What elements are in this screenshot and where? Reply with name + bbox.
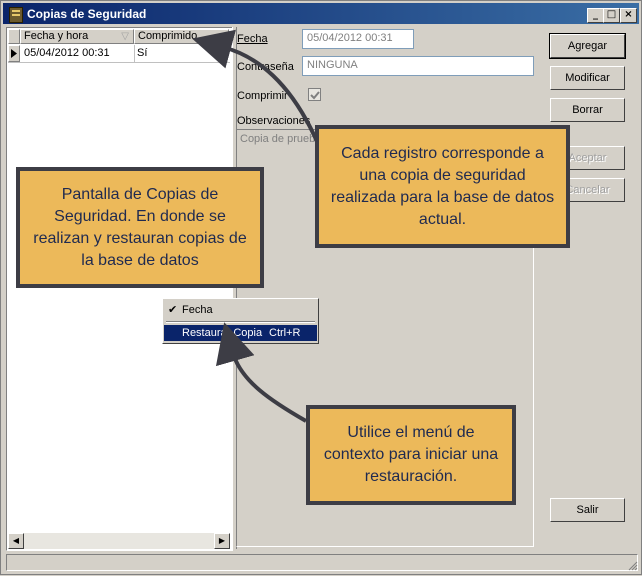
callout-menu-contexto: Utilice el menú de contexto para iniciar… bbox=[306, 405, 516, 505]
callout-registro: Cada registro corresponde a una copia de… bbox=[315, 125, 570, 248]
callout-registro-text: Cada registro corresponde a una copia de… bbox=[330, 144, 555, 228]
arrow-to-row bbox=[192, 29, 321, 147]
callout-pantalla: Pantalla de Copias de Seguridad. En dond… bbox=[16, 167, 264, 288]
callout-pantalla-text: Pantalla de Copias de Seguridad. En dond… bbox=[33, 185, 247, 269]
callout-menu-contexto-text: Utilice el menú de contexto para iniciar… bbox=[323, 424, 499, 485]
arrow-to-menu bbox=[215, 322, 307, 423]
window: Copias de Seguridad _ □ × Fecha y hora ▽… bbox=[0, 0, 642, 575]
